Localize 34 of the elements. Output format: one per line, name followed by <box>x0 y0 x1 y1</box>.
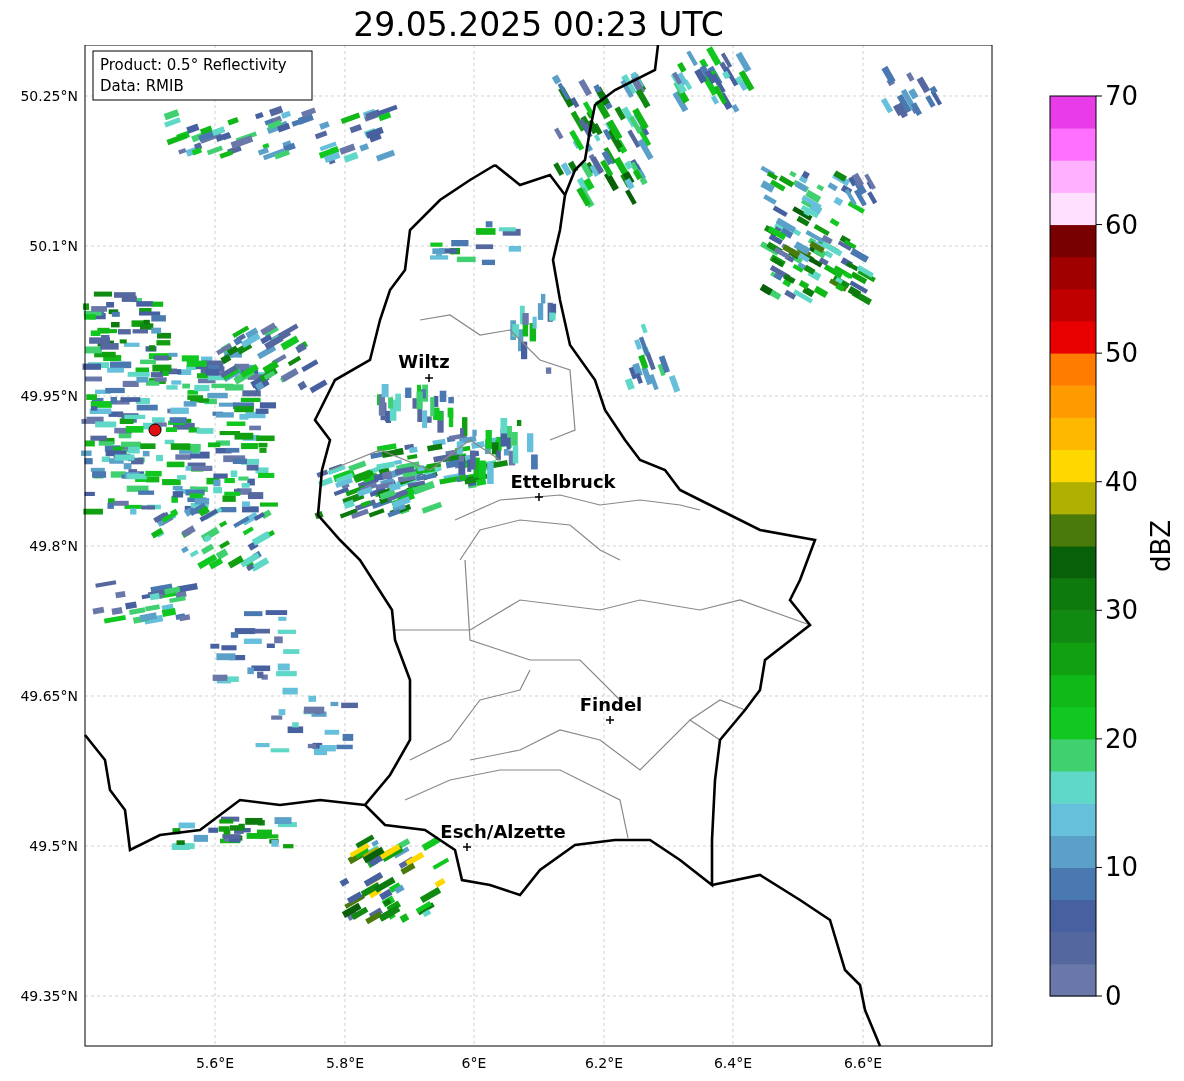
colorbar-tick-label: 0 <box>1105 981 1122 1011</box>
longitude-label: 5.6°E <box>195 1055 235 1071</box>
info-text: Product: 0.5° Reflectivity <box>100 56 287 74</box>
chart-title: 29.05.2025 00:23 UTC <box>352 4 725 45</box>
city-marker-icon <box>424 373 434 383</box>
city-marker-icon <box>605 715 615 725</box>
colorbar-tick-label: 70 <box>1105 81 1139 111</box>
latitude-label: 49.35°N <box>20 988 78 1004</box>
latitude-label: 49.95°N <box>20 388 78 404</box>
city-label: Ettelbruck <box>510 471 616 492</box>
city-label: Wiltz <box>398 351 450 372</box>
latitude-label: 49.65°N <box>20 688 78 704</box>
longitude-label: 6.2°E <box>584 1055 624 1071</box>
colorbar-tick-label: 10 <box>1105 852 1139 883</box>
city-marker-icon <box>534 492 544 502</box>
colorbar-tick-label: 40 <box>1105 466 1139 497</box>
colorbar-tick-label: 60 <box>1105 209 1139 240</box>
colorbar-tick-label: 20 <box>1105 723 1139 754</box>
city-label: Findel <box>579 694 643 715</box>
radar-site-marker <box>148 423 162 437</box>
latitude-label: 49.8°N <box>29 538 78 554</box>
longitude-label: 5.8°E <box>325 1055 365 1071</box>
longitude-label: 6°E <box>461 1055 487 1071</box>
longitude-label: 6.6°E <box>843 1055 883 1071</box>
latitude-label: 50.25°N <box>20 88 78 104</box>
longitude-label: 6.4°E <box>713 1055 753 1071</box>
city-label: Esch/Alzette <box>440 821 566 842</box>
info-text: Data: RMIB <box>100 77 184 95</box>
latitude-label: 49.5°N <box>29 838 78 854</box>
colorbar-label: dBZ <box>1146 519 1176 573</box>
colorbar-tick-label: 50 <box>1105 338 1139 369</box>
colorbar-tick-label: 30 <box>1105 595 1139 626</box>
latitude-label: 50.1°N <box>29 238 78 254</box>
city-marker-icon <box>462 842 472 852</box>
